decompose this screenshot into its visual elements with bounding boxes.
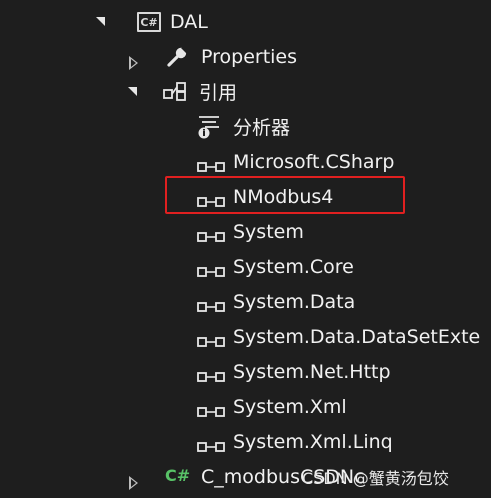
- reference-label: System.Xml.Linq: [233, 430, 393, 453]
- reference-item[interactable]: System.Xml: [0, 389, 491, 424]
- expanded-arrow-icon[interactable]: [96, 17, 105, 26]
- assembly-reference-icon: [197, 331, 227, 353]
- highlight-box: [165, 176, 405, 214]
- reference-item[interactable]: System: [0, 214, 491, 249]
- reference-item[interactable]: Microsoft.CSharp: [0, 144, 491, 179]
- csharp-project-icon: C#: [137, 12, 161, 32]
- references-icon: [163, 81, 189, 106]
- watermark: CSDN @蟹黄汤包饺: [302, 469, 449, 488]
- properties-label: Properties: [201, 45, 298, 68]
- assembly-reference-icon: [197, 401, 227, 423]
- tree-node-references[interactable]: 引用: [0, 74, 491, 109]
- reference-item[interactable]: System.Net.Http: [0, 354, 491, 389]
- reference-item[interactable]: System.Core: [0, 249, 491, 284]
- assembly-reference-icon: [197, 436, 227, 458]
- assembly-reference-icon: [197, 261, 227, 283]
- reference-label: Microsoft.CSharp: [233, 150, 395, 173]
- reference-label: System.Core: [233, 255, 354, 278]
- solution-explorer-tree: C# DAL Properties 引用 分析器 Microsoft.CShar…: [0, 0, 491, 498]
- assembly-reference-icon: [197, 156, 227, 178]
- tree-node-properties[interactable]: Properties: [0, 39, 491, 74]
- assembly-reference-icon: [197, 296, 227, 318]
- reference-label: System.Data.DataSetExte: [233, 325, 481, 348]
- tree-node-dal[interactable]: C# DAL: [0, 4, 491, 39]
- reference-item[interactable]: System.Xml.Linq: [0, 424, 491, 459]
- assembly-reference-icon: [197, 226, 227, 248]
- analyzers-label: 分析器: [233, 117, 291, 139]
- reference-label: System.Data: [233, 290, 356, 313]
- csharp-project-icon: C#: [165, 466, 191, 485]
- reference-label: System.Xml: [233, 395, 347, 418]
- wrench-icon: [166, 44, 190, 73]
- analyzer-icon: [197, 114, 221, 144]
- reference-label: System.Net.Http: [233, 360, 391, 383]
- references-label: 引用: [199, 82, 238, 104]
- tree-node-analyzers[interactable]: 分析器: [0, 109, 491, 144]
- assembly-reference-icon: [197, 366, 227, 388]
- project-label-dal: DAL: [170, 10, 208, 33]
- expanded-arrow-icon[interactable]: [128, 87, 137, 96]
- reference-item[interactable]: System.Data.DataSetExte: [0, 319, 491, 354]
- reference-label: System: [233, 220, 304, 243]
- reference-item[interactable]: System.Data: [0, 284, 491, 319]
